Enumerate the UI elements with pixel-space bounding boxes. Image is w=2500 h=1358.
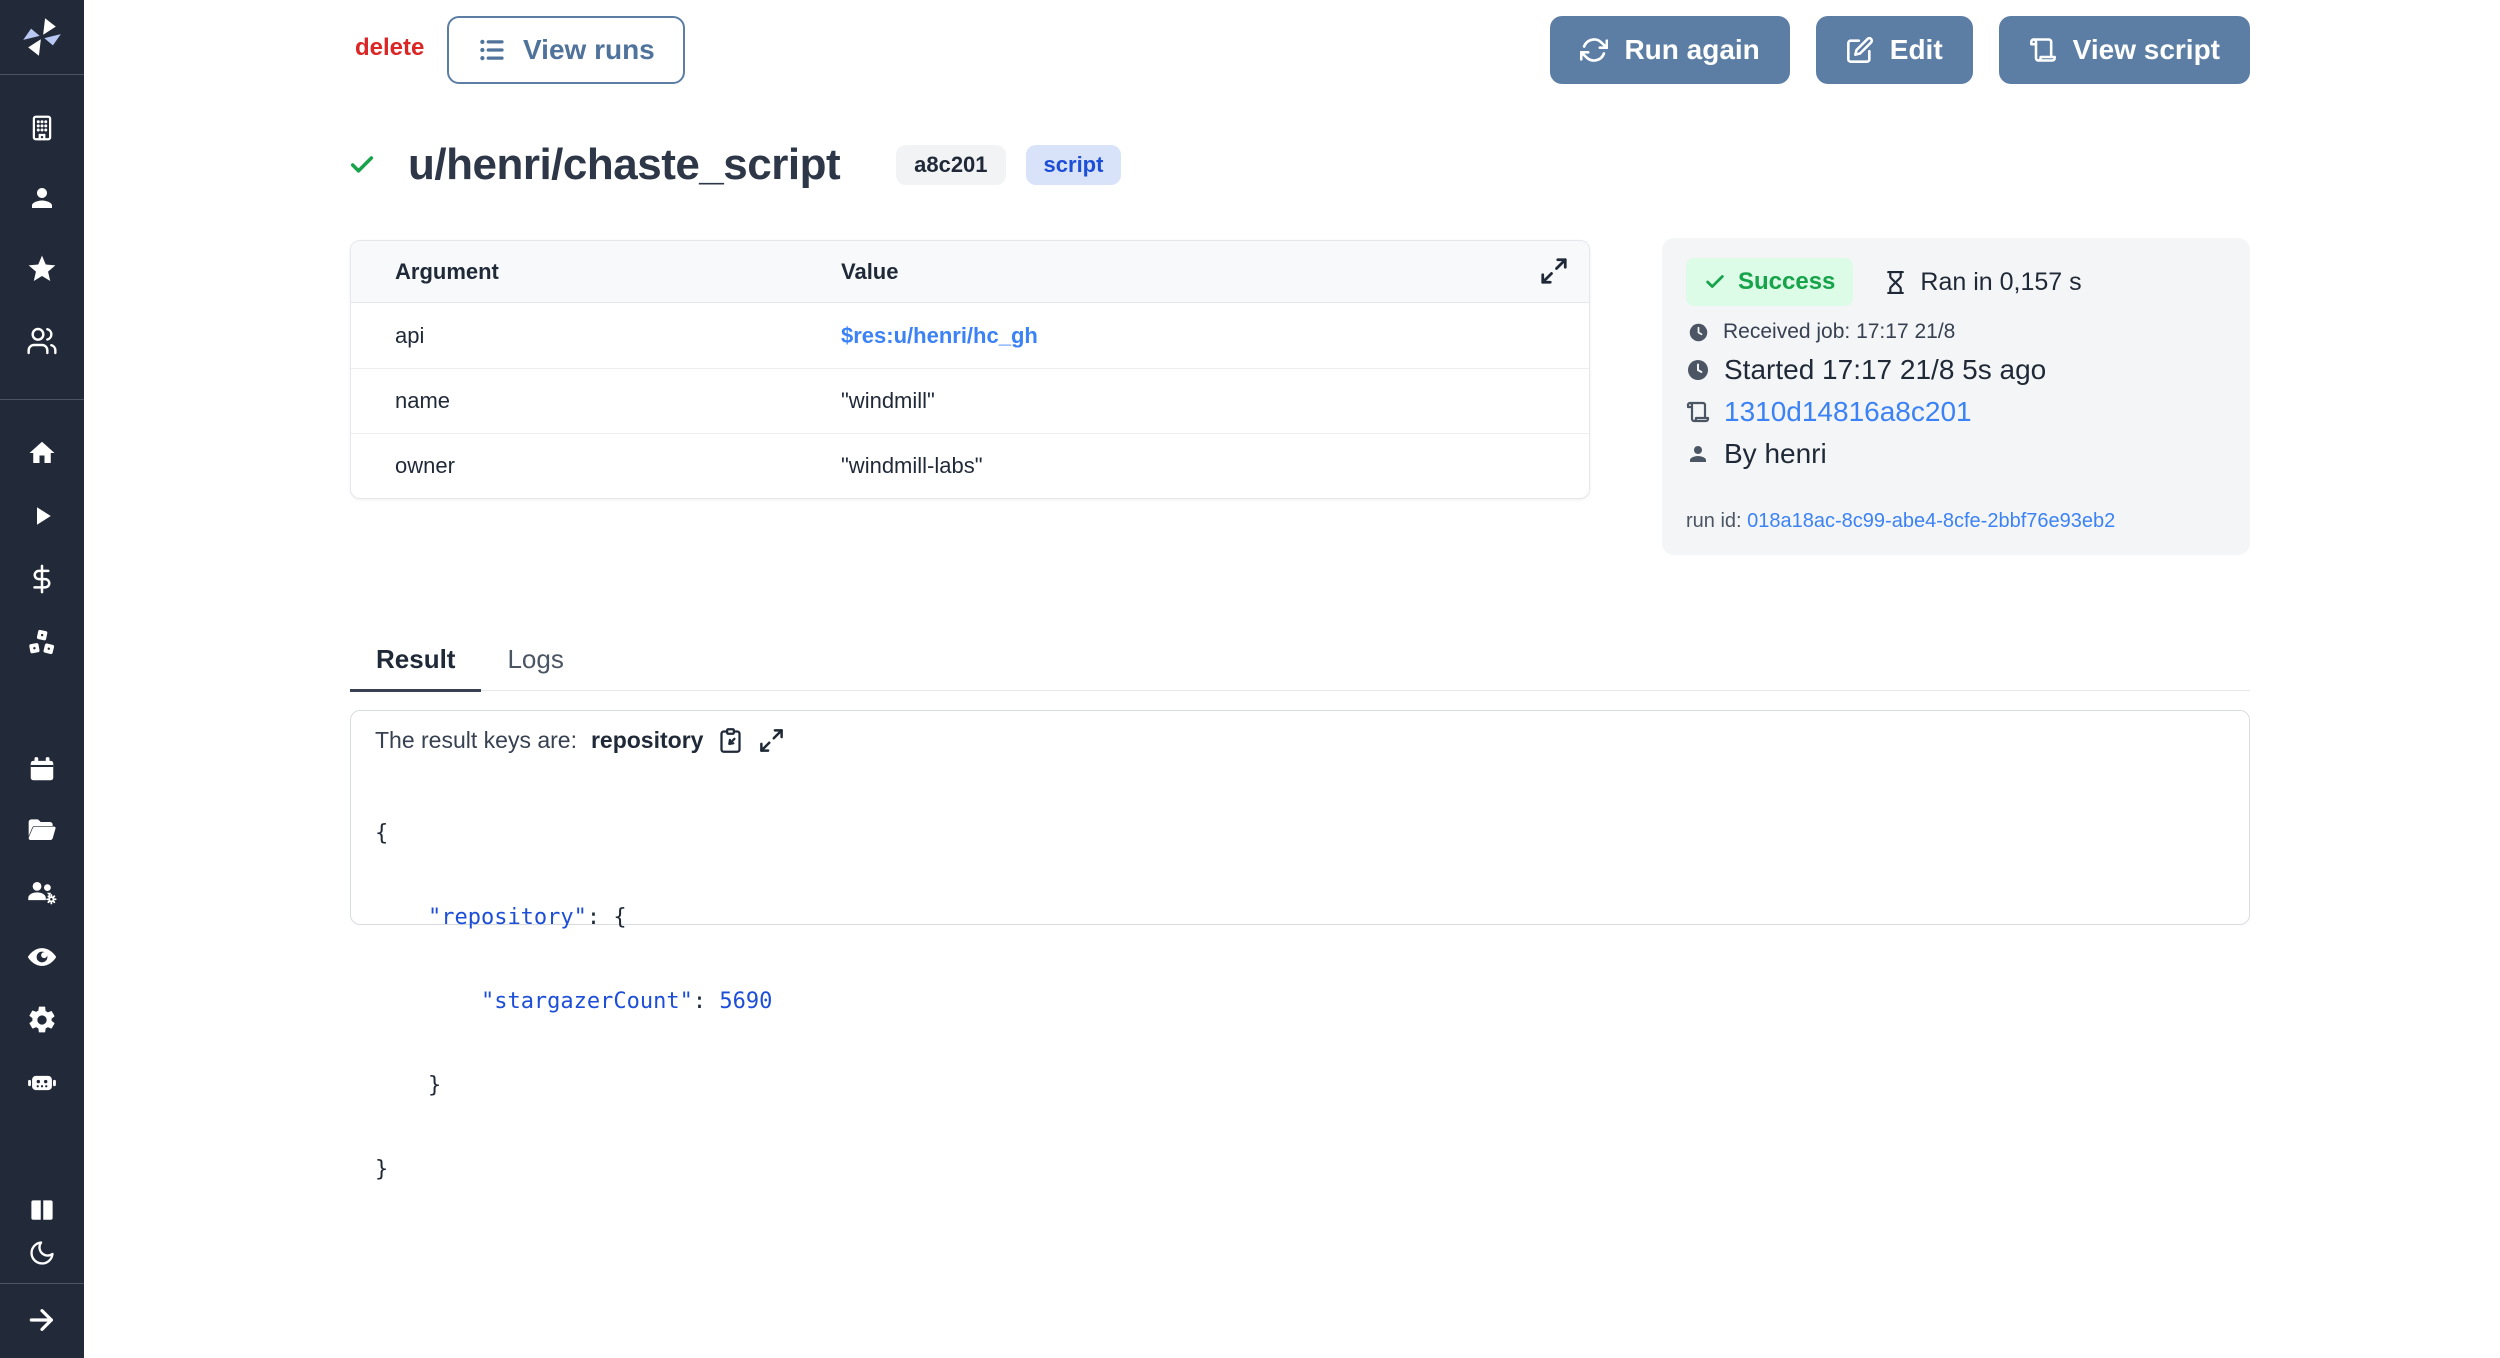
users-icon[interactable] <box>0 325 84 357</box>
json-brace: } <box>428 1073 441 1098</box>
status-label: Success <box>1738 268 1835 296</box>
star-icon[interactable] <box>0 253 84 285</box>
job-id-row: 1310d14816a8c201 <box>1686 396 2226 428</box>
expand-icon[interactable] <box>1539 256 1569 286</box>
run-id-row: run id: 018a18ac-8c99-abe4-8cfe-2bbf76e9… <box>1686 484 2226 533</box>
building-icon[interactable] <box>0 113 84 143</box>
json-key: "repository" <box>428 905 587 930</box>
scroll-icon <box>2029 36 2057 64</box>
refresh-icon <box>1580 36 1608 64</box>
argument-value: "windmill-labs" <box>841 453 1589 479</box>
user-icon[interactable] <box>0 183 84 213</box>
job-id-link[interactable]: 1310d14816a8c201 <box>1724 396 1972 428</box>
argument-name: api <box>351 323 841 349</box>
check-icon <box>1704 271 1726 293</box>
received-job-label: Received job: 17:17 21/8 <box>1723 320 1955 344</box>
received-job-row: Received job: 17:17 21/8 <box>1686 320 2226 344</box>
moon-icon[interactable] <box>0 1239 84 1267</box>
view-runs-button[interactable]: View runs <box>447 16 685 84</box>
sidebar-divider <box>0 1283 84 1284</box>
sidebar <box>0 0 84 1358</box>
edit-pencil-icon <box>1846 36 1874 64</box>
arguments-table: Argument Value api $res:u/henri/hc_gh na… <box>350 240 1590 499</box>
calendar-icon[interactable] <box>0 754 84 784</box>
run-again-label: Run again <box>1624 34 1759 66</box>
result-keys-prefix: The result keys are: <box>375 727 577 754</box>
success-check-icon <box>348 151 376 179</box>
book-open-icon[interactable] <box>0 1196 84 1226</box>
arguments-table-header: Argument Value <box>351 241 1589 303</box>
table-row: name "windmill" <box>351 368 1589 433</box>
json-punct: : <box>693 989 720 1014</box>
author-row: By henri <box>1686 438 2226 470</box>
argument-name: name <box>351 388 841 414</box>
run-id-link[interactable]: 018a18ac-8c99-abe4-8cfe-2bbf76e93eb2 <box>1747 510 2115 532</box>
json-punct: : { <box>587 905 627 930</box>
clock-icon <box>1688 322 1709 343</box>
table-row: api $res:u/henri/hc_gh <box>351 303 1589 368</box>
boxes-icon[interactable] <box>0 627 84 659</box>
author-label: By henri <box>1724 438 1827 470</box>
robot-icon[interactable] <box>0 1066 84 1100</box>
windmill-logo-icon[interactable] <box>0 14 84 60</box>
status-badge: Success <box>1686 258 1853 306</box>
folder-open-icon[interactable] <box>0 814 84 846</box>
sidebar-divider <box>0 399 84 400</box>
result-key-name: repository <box>591 727 703 754</box>
page-title: u/henri/chaste_script <box>408 140 840 190</box>
arrow-right-icon[interactable] <box>0 1304 84 1336</box>
started-label: Started 17:17 21/8 5s ago <box>1724 354 2046 386</box>
view-script-button[interactable]: View script <box>1999 16 2250 84</box>
scroll-icon <box>1686 400 1710 424</box>
play-icon[interactable] <box>0 501 84 531</box>
home-icon[interactable] <box>0 438 84 468</box>
run-again-button[interactable]: Run again <box>1550 16 1789 84</box>
eye-icon[interactable] <box>0 940 84 974</box>
run-id-label: run id: <box>1686 510 1742 532</box>
json-value: 5690 <box>719 989 772 1014</box>
users-gear-icon[interactable] <box>0 876 84 910</box>
gear-icon[interactable] <box>0 1004 84 1036</box>
argument-name: owner <box>351 453 841 479</box>
argument-value: "windmill" <box>841 388 1589 414</box>
column-argument: Argument <box>351 259 841 285</box>
started-row: Started 17:17 21/8 5s ago <box>1686 354 2226 386</box>
json-brace: } <box>375 1157 388 1182</box>
resource-link[interactable]: $res:u/henri/hc_gh <box>841 323 1589 349</box>
script-type-badge: script <box>1026 145 1122 185</box>
person-icon <box>1686 442 1710 466</box>
clipboard-copy-icon[interactable] <box>717 727 744 754</box>
clock-icon <box>1686 358 1710 382</box>
column-value: Value <box>841 259 1589 285</box>
delete-button[interactable]: delete <box>355 34 424 62</box>
job-info-panel: Success Ran in 0,157 s Received job: 17:… <box>1662 238 2250 555</box>
edit-button[interactable]: Edit <box>1816 16 1973 84</box>
main-content: delete View runs Run again <box>84 0 2500 1358</box>
dollar-icon[interactable] <box>0 564 84 594</box>
expand-icon[interactable] <box>758 727 785 754</box>
json-key: "stargazerCount" <box>481 989 693 1014</box>
json-brace: { <box>375 821 388 846</box>
hash-badge: a8c201 <box>896 145 1005 185</box>
view-script-label: View script <box>2073 34 2220 66</box>
list-icon <box>477 35 507 65</box>
view-runs-label: View runs <box>523 34 655 66</box>
duration-label: Ran in 0,157 s <box>1920 268 2081 297</box>
result-json: { "repository": { "stargazerCount": 5690… <box>375 764 2225 1240</box>
table-row: owner "windmill-labs" <box>351 433 1589 498</box>
tab-logs[interactable]: Logs <box>481 644 589 690</box>
result-panel: The result keys are: repository { "repos… <box>350 710 2250 925</box>
edit-label: Edit <box>1890 34 1943 66</box>
sidebar-divider <box>0 74 84 75</box>
tab-result[interactable]: Result <box>350 644 481 692</box>
result-tabs: Result Logs <box>350 644 2250 691</box>
hourglass-icon <box>1883 270 1908 295</box>
duration: Ran in 0,157 s <box>1883 268 2081 297</box>
